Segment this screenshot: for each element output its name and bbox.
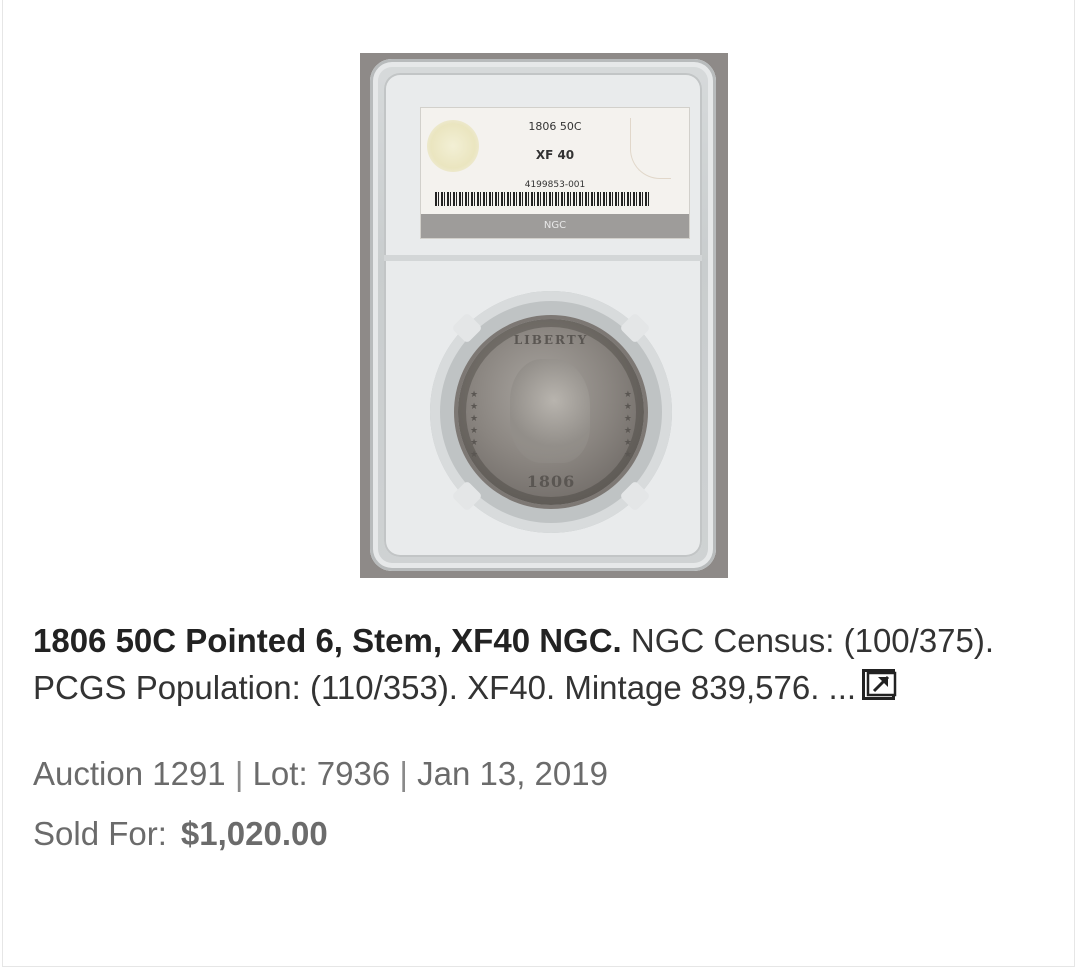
- slab-label-grader: NGC: [421, 214, 689, 238]
- coin-date: 1806: [526, 472, 576, 491]
- slab-label-line1: 1806 50C: [528, 120, 582, 133]
- external-link-icon[interactable]: [862, 666, 898, 713]
- coin-stars-right: ★ ★ ★ ★ ★ ★: [623, 390, 632, 460]
- coin-slab: 1806 50C XF 40 4199853-001 NGC LIBERTY ★: [370, 59, 716, 571]
- slab-label-cert: 4199853-001: [524, 180, 586, 190]
- sold-info: Sold For: $1,020.00: [33, 812, 328, 856]
- slab-inner: 1806 50C XF 40 4199853-001 NGC LIBERTY ★: [384, 73, 702, 557]
- coin-holder: LIBERTY ★ ★ ★ ★ ★ ★ ★ ★ ★ ★ ★ ★ 1806: [430, 291, 672, 533]
- lot-description: 1806 50C Pointed 6, Stem, XF40 NGC. NGC …: [33, 617, 1033, 713]
- auction-date: Jan 13, 2019: [417, 755, 608, 792]
- meta-separator: |: [390, 755, 418, 792]
- slab-divider: [384, 255, 702, 261]
- lot-title[interactable]: 1806 50C Pointed 6, Stem, XF40 NGC.: [33, 622, 622, 659]
- coin: LIBERTY ★ ★ ★ ★ ★ ★ ★ ★ ★ ★ ★ ★ 1806: [458, 319, 644, 505]
- sold-label: Sold For:: [33, 815, 167, 852]
- auction-meta: Auction 1291 | Lot: 7936 | Jan 13, 2019: [33, 752, 608, 796]
- liberty-bust: [510, 359, 590, 463]
- lot-number: Lot: 7936: [252, 755, 391, 792]
- lot-card: 1806 50C XF 40 4199853-001 NGC LIBERTY ★: [2, 0, 1075, 967]
- coin-legend: LIBERTY: [513, 333, 589, 347]
- coin-image[interactable]: 1806 50C XF 40 4199853-001 NGC LIBERTY ★: [360, 53, 728, 578]
- slab-label-grade: XF 40: [535, 148, 575, 162]
- coin-stars-left: ★ ★ ★ ★ ★ ★: [470, 390, 479, 460]
- slab-label: 1806 50C XF 40 4199853-001 NGC: [420, 107, 690, 239]
- barcode: [435, 192, 651, 206]
- meta-separator: |: [225, 755, 253, 792]
- sold-price: $1,020.00: [180, 815, 328, 852]
- auction-number[interactable]: Auction 1291: [33, 755, 226, 792]
